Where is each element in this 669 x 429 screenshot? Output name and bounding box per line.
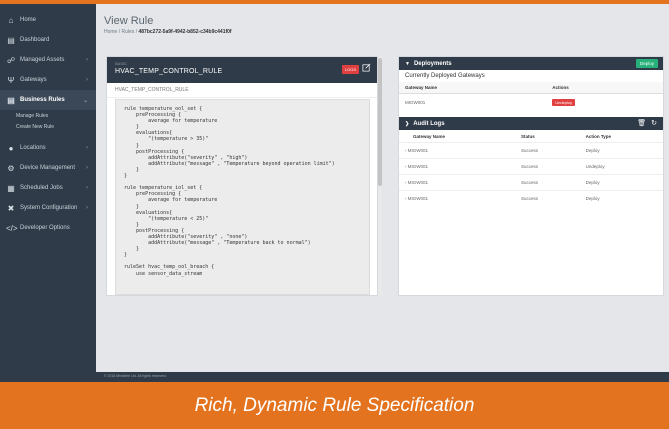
column-header-status: Status <box>520 134 535 139</box>
action-type-cell: Undeploy <box>579 158 663 175</box>
sidebar-item-label: Locations <box>20 145 46 151</box>
sidebar-item-label: Business Rules <box>20 97 65 103</box>
gateway-name: MIGW001 <box>407 196 429 201</box>
sidebar-item-label: Gateways <box>20 77 47 83</box>
column-header-gateway: Gateway Name <box>413 134 446 139</box>
footer-bar <box>96 372 669 382</box>
sidebar-item-label: Dashboard <box>20 37 50 43</box>
scrollbar-thumb[interactable] <box>378 58 382 186</box>
breadcrumb-home[interactable]: Home <box>104 29 117 35</box>
deploy-button[interactable]: Deploy <box>635 59 658 68</box>
rule-code-box[interactable]: rule temperature_ool_set { preProcessing… <box>115 99 370 295</box>
rule-subtitle: HVAC_TEMP_CONTROL_RULE <box>107 83 377 98</box>
deployed-gateways-caption: Currently Deployed Gateways <box>405 73 485 79</box>
rule-code: rule temperature_ool_set { preProcessing… <box>124 106 335 277</box>
sidebar-item-label: Device Management <box>20 165 76 171</box>
rule-type: BASIC <box>115 61 128 66</box>
chevron-right-icon: › <box>86 145 88 151</box>
gateway-name: MIGW001 <box>407 148 429 153</box>
column-header-action-type: Action Type <box>585 134 612 139</box>
column-header-actions: Actions <box>546 82 663 94</box>
deployments-table: Gateway Name Actions MIGW001 Undeploy <box>399 82 663 111</box>
gateway-icon: Ψ <box>7 75 15 85</box>
breadcrumb: Home / Rules / 487bc272-5a9f-4942-b852-c… <box>104 29 232 35</box>
device-icon: ⚙ <box>7 163 15 173</box>
logs-button[interactable]: LOGS <box>341 65 359 74</box>
sidebar-footer <box>0 372 96 382</box>
sidebar-item-dashboard[interactable]: ▤ Dashboard <box>0 30 96 50</box>
status-cell: Success <box>514 174 580 191</box>
rule-header: BASIC HVAC_TEMP_CONTROL_RULE LOGS <box>107 57 377 83</box>
gateway-name: MIGW001 <box>405 100 426 105</box>
sidebar-item-system-configuration[interactable]: ✖ System Configuration › <box>0 198 96 218</box>
location-icon: ● <box>8 143 14 153</box>
deployments-title: Deployments <box>413 60 452 67</box>
chevron-right-icon: › <box>86 77 88 83</box>
caption-banner: Rich, Dynamic Rule Specification <box>194 394 475 416</box>
edit-icon[interactable] <box>362 63 371 72</box>
status-cell: Success <box>514 190 580 206</box>
sidebar-item-gateways[interactable]: Ψ Gateways › <box>0 70 96 90</box>
trash-icon[interactable]: 🗑 <box>637 119 646 127</box>
table-row: MIGW001 Undeploy <box>399 94 663 112</box>
breadcrumb-rule-id: 487bc272-5a9f-4942-b852-c34b9c441f0f <box>138 29 232 35</box>
sidebar-item-business-rules[interactable]: ▤ Business Rules ⌄ <box>0 90 96 110</box>
chevron-right-icon: ❯ <box>405 120 410 127</box>
app-frame: ⌂ Home ▤ Dashboard ☍ Managed Assets › Ψ … <box>0 4 669 382</box>
table-row[interactable]: › MIGW001 Success Deploy <box>399 142 663 159</box>
sidebar-item-managed-assets[interactable]: ☍ Managed Assets › <box>0 50 96 70</box>
sidebar-item-label: Home <box>20 17 37 23</box>
sidebar-item-home[interactable]: ⌂ Home <box>0 10 96 30</box>
sidebar-item-device-management[interactable]: ⚙ Device Management › <box>0 158 96 178</box>
audit-logs-table: Gateway Name Status Action Type › MIGW00… <box>399 130 663 206</box>
rules-icon: ▤ <box>7 95 15 105</box>
sidebar: ⌂ Home ▤ Dashboard ☍ Managed Assets › Ψ … <box>0 4 96 372</box>
wrench-icon: ✖ <box>7 203 15 213</box>
copyright-text: © 2016 Mindtree Ltd. All rights reserved… <box>104 374 167 378</box>
scrollbar[interactable] <box>378 56 382 296</box>
sidebar-subitem-create-new-rule[interactable]: Create New Rule <box>0 121 96 132</box>
sidebar-item-developer-options[interactable]: </> Developer Options <box>0 218 96 238</box>
sidebar-item-label: Scheduled Jobs <box>20 185 63 191</box>
table-row[interactable]: › MIGW001 Success Undeploy <box>399 158 663 175</box>
chevron-down-icon: ⌄ <box>82 97 88 104</box>
audit-logs-title: Audit Logs <box>413 120 445 127</box>
assets-icon: ☍ <box>6 55 16 65</box>
sidebar-item-locations[interactable]: ● Locations › <box>0 138 96 158</box>
audit-logs-header[interactable]: ❯ Audit Logs 🗑 ↻ <box>399 117 663 130</box>
rule-name: HVAC_TEMP_CONTROL_RULE <box>115 68 223 75</box>
chevron-right-icon: › <box>86 57 88 63</box>
chevron-down-icon: ▼ <box>405 60 410 67</box>
table-row[interactable]: › MIGW001 Success Deploy <box>399 190 663 206</box>
page-title: View Rule <box>104 15 154 27</box>
deployments-panel: ▼ Deployments Deploy Currently Deployed … <box>398 56 664 296</box>
home-icon: ⌂ <box>8 15 14 25</box>
action-type-cell: Deploy <box>579 190 663 206</box>
undeploy-button[interactable]: Undeploy <box>552 99 576 106</box>
code-icon: </> <box>6 223 18 233</box>
rule-panel: BASIC HVAC_TEMP_CONTROL_RULE LOGS HVAC_T… <box>106 56 378 296</box>
gateway-name: MIGW001 <box>407 164 429 169</box>
chevron-right-icon: › <box>86 185 88 191</box>
breadcrumb-rules[interactable]: Rules <box>122 29 135 35</box>
refresh-icon[interactable]: ↻ <box>651 119 657 127</box>
column-header-gateway: Gateway Name <box>399 82 547 94</box>
sidebar-item-scheduled-jobs[interactable]: ▦ Scheduled Jobs › <box>0 178 96 198</box>
table-row[interactable]: › MIGW001 Success Deploy <box>399 174 663 191</box>
status-cell: Success <box>514 142 580 159</box>
deployments-header[interactable]: ▼ Deployments Deploy <box>399 57 663 70</box>
action-type-cell: Deploy <box>579 142 663 159</box>
sidebar-subitem-manage-rules[interactable]: Manage Rules <box>0 110 96 121</box>
sidebar-item-label: Developer Options <box>20 225 70 231</box>
calendar-icon: ▦ <box>7 183 15 193</box>
chart-icon: ▤ <box>7 35 15 45</box>
action-type-cell: Deploy <box>579 174 663 191</box>
main-content: View Rule Home / Rules / 487bc272-5a9f-4… <box>96 4 669 372</box>
gateway-name: MIGW001 <box>407 180 429 185</box>
chevron-right-icon: › <box>86 205 88 211</box>
sidebar-item-label: Managed Assets <box>20 57 65 63</box>
status-cell: Success <box>514 158 580 175</box>
sidebar-item-label: System Configuration <box>20 205 78 211</box>
chevron-right-icon: › <box>86 165 88 171</box>
